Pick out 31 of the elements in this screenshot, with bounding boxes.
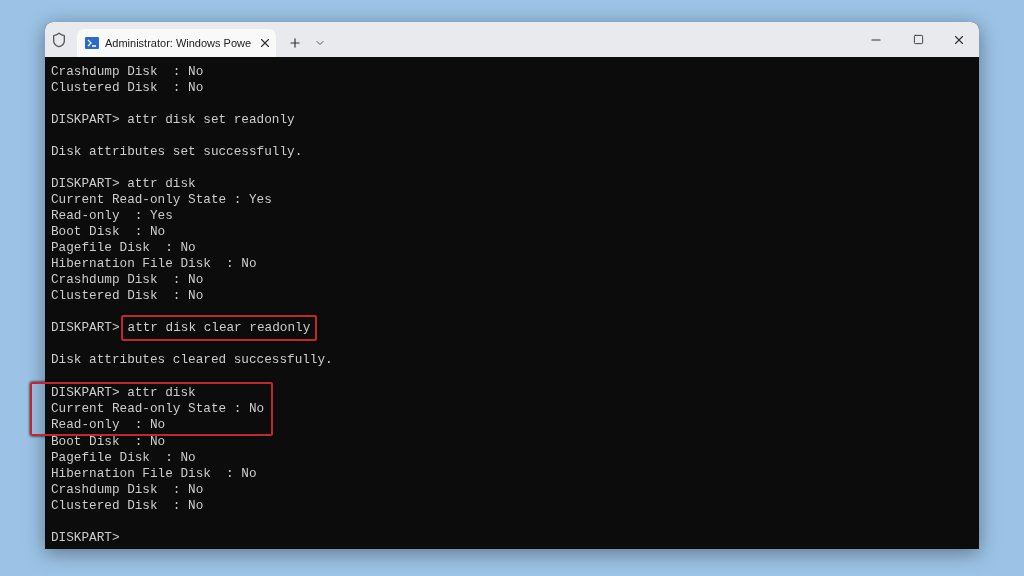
maximize-icon[interactable] bbox=[913, 34, 924, 45]
shield-icon bbox=[51, 32, 67, 48]
prompt: DISKPART> bbox=[51, 320, 120, 336]
close-tab-icon[interactable] bbox=[258, 36, 272, 50]
output-line: Pagefile Disk : No bbox=[51, 450, 197, 466]
output-line: Boot Disk : No bbox=[51, 434, 167, 450]
output-line: Hibernation File Disk : No bbox=[51, 466, 258, 482]
output-line: Pagefile Disk : No bbox=[51, 240, 197, 256]
output-line: Clustered Disk : No bbox=[51, 288, 205, 304]
output-line: Crashdump Disk : No bbox=[51, 272, 205, 288]
command-line: DISKPART> attr disk set readonly bbox=[51, 112, 296, 128]
output-line: Disk attributes cleared successfully. bbox=[51, 352, 334, 368]
output-line: Read-only : Yes bbox=[51, 208, 174, 224]
output-line: Clustered Disk : No bbox=[51, 498, 205, 514]
output-line: Read-only : No bbox=[51, 417, 167, 433]
tab[interactable]: Administrator: Windows Powe bbox=[77, 29, 276, 57]
output-line: Current Read-only State : No bbox=[51, 401, 266, 417]
output-line: Hibernation File Disk : No bbox=[51, 256, 258, 272]
command-line: DISKPART> attr disk bbox=[51, 176, 197, 192]
command-line: DISKPART> attr disk bbox=[51, 385, 197, 401]
highlighted-command: attr disk clear readonly bbox=[120, 315, 318, 341]
output-line: Disk attributes set successfully. bbox=[51, 144, 304, 160]
tab-title: Administrator: Windows Powe bbox=[105, 35, 252, 51]
output-line: Clustered Disk : No bbox=[51, 80, 205, 96]
output-line: Crashdump Disk : No bbox=[51, 64, 205, 80]
output-line: Current Read-only State : Yes bbox=[51, 192, 273, 208]
output-line: Crashdump Disk : No bbox=[51, 482, 205, 498]
terminal-icon bbox=[85, 37, 99, 49]
output-line: Boot Disk : No bbox=[51, 224, 167, 240]
command-line: DISKPART> bbox=[51, 530, 121, 546]
new-tab-icon[interactable] bbox=[288, 36, 302, 50]
